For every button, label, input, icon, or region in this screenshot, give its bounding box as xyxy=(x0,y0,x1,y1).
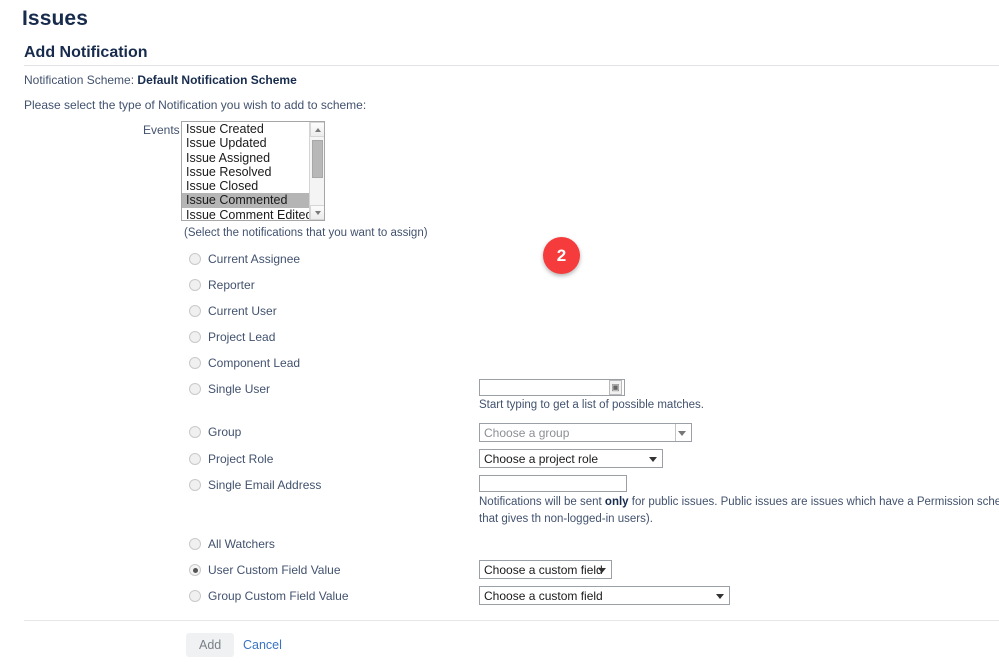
single-email-note: Notifications will be sent only for publ… xyxy=(479,494,999,528)
recipient-label: Single Email Address xyxy=(208,478,322,492)
recipient-label: Group Custom Field Value xyxy=(208,589,349,603)
add-button[interactable]: Add xyxy=(186,633,235,657)
group-select[interactable]: Choose a group xyxy=(479,423,692,442)
recipient-label: Component Lead xyxy=(208,356,301,370)
event-option[interactable]: Issue Assigned xyxy=(182,151,310,165)
events-hint: (Select the notifications that you want … xyxy=(184,227,428,239)
scrollbar-thumb[interactable] xyxy=(312,140,323,178)
event-option[interactable]: Issue Commented xyxy=(182,193,310,208)
radio-single-email-address[interactable] xyxy=(189,479,201,491)
scroll-up-button[interactable] xyxy=(310,122,324,137)
group-select-value: Choose a group xyxy=(484,426,570,440)
cancel-link[interactable]: Cancel xyxy=(243,638,282,652)
annotation-badge-2: 2 xyxy=(543,237,580,274)
section-title: Add Notification xyxy=(24,44,148,61)
user-custom-field-select[interactable]: Choose a custom field xyxy=(479,560,612,579)
radio-single-user[interactable] xyxy=(189,383,201,395)
recipient-label: Current User xyxy=(208,304,277,318)
radio-component-lead[interactable] xyxy=(189,357,201,369)
scheme-name: Default Notification Scheme xyxy=(137,73,297,87)
events-scrollbar[interactable] xyxy=(309,122,324,220)
notification-scheme-line: Notification Scheme: Default Notificatio… xyxy=(24,73,297,87)
chevron-down-icon xyxy=(649,456,657,462)
radio-reporter[interactable] xyxy=(189,279,201,291)
recipient-label: All Watchers xyxy=(208,537,275,551)
recipient-label: Current Assignee xyxy=(208,252,301,266)
recipient-label: Single User xyxy=(208,382,271,396)
recipient-label: User Custom Field Value xyxy=(208,563,341,577)
radio-user-custom-field-value[interactable] xyxy=(189,564,201,576)
recipient-label: Group xyxy=(208,425,242,439)
group-custom-field-value: Choose a custom field xyxy=(484,589,603,603)
events-label: Events xyxy=(143,123,180,137)
scheme-label: Notification Scheme: xyxy=(24,73,135,87)
chevron-down-icon xyxy=(678,430,686,436)
recipient-label: Project Lead xyxy=(208,330,276,344)
note-part1: Notifications will be sent xyxy=(479,496,605,508)
event-option[interactable]: Issue Comment Edited xyxy=(182,208,312,220)
page-title: Issues xyxy=(22,7,88,30)
radio-project-role[interactable] xyxy=(189,453,201,465)
chevron-up-icon xyxy=(315,128,321,132)
scroll-down-button[interactable] xyxy=(310,205,324,220)
user-custom-field-value: Choose a custom field xyxy=(484,563,603,577)
chevron-down-icon xyxy=(716,593,724,599)
group-select-arrow[interactable] xyxy=(675,424,691,441)
event-option[interactable]: Issue Resolved xyxy=(182,165,310,179)
event-option[interactable]: Issue Updated xyxy=(182,136,310,150)
project-role-select[interactable]: Choose a project role xyxy=(479,449,663,468)
note-emphasis: only xyxy=(604,496,629,508)
header-divider xyxy=(24,65,999,66)
group-custom-field-select[interactable]: Choose a custom field xyxy=(479,586,730,605)
footer-divider xyxy=(24,620,999,621)
note-line2: non-logged-in users). xyxy=(544,513,653,525)
single-user-help: Start typing to get a list of possible m… xyxy=(479,399,705,411)
single-email-input[interactable] xyxy=(479,475,627,492)
single-user-input[interactable] xyxy=(479,379,625,396)
radio-project-lead[interactable] xyxy=(189,331,201,343)
project-role-select-value: Choose a project role xyxy=(484,452,599,466)
radio-current-assignee[interactable] xyxy=(189,253,201,265)
instruction-text: Please select the type of Notification y… xyxy=(24,98,367,112)
recipient-label: Reporter xyxy=(208,278,255,292)
recipient-label: Project Role xyxy=(208,452,274,466)
events-listbox[interactable]: Issue Created Issue Updated Issue Assigned… xyxy=(181,121,325,221)
user-picker-icon[interactable]: ▣ xyxy=(609,380,622,395)
radio-group-custom-field-value[interactable] xyxy=(189,590,201,602)
chevron-down-icon xyxy=(598,567,606,573)
event-option[interactable]: Issue Created xyxy=(182,122,310,136)
radio-group[interactable] xyxy=(189,426,201,438)
radio-current-user[interactable] xyxy=(189,305,201,317)
event-option[interactable]: Issue Closed xyxy=(182,179,310,193)
chevron-down-icon xyxy=(315,211,321,215)
add-notification-page: Issues Add Notification Notification Sch… xyxy=(0,0,999,668)
radio-all-watchers[interactable] xyxy=(189,538,201,550)
